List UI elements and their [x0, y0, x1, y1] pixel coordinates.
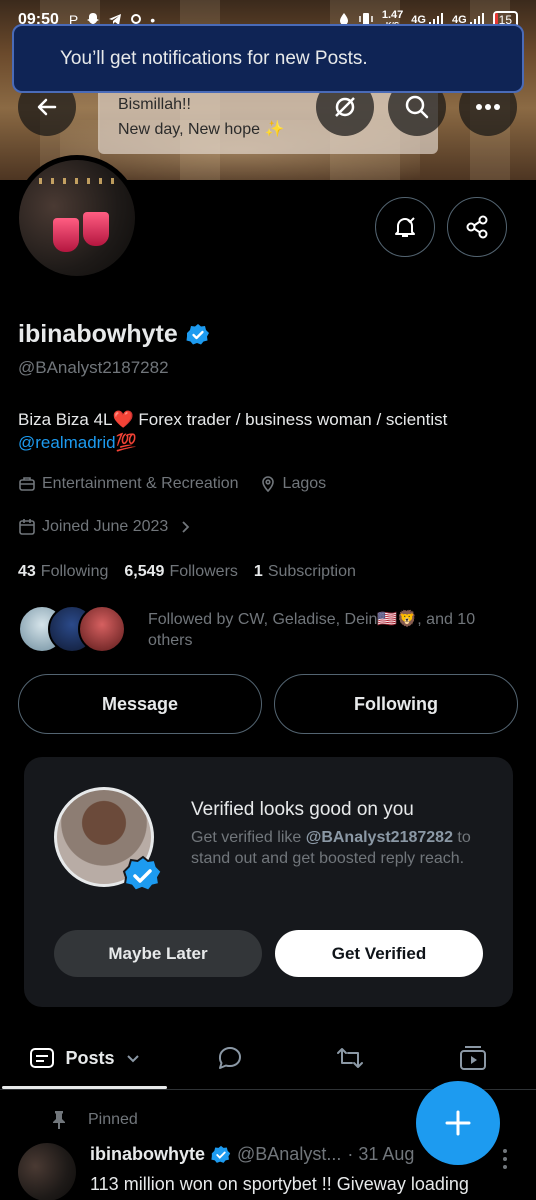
followers-stat[interactable]: 6,549 Followers — [124, 563, 238, 581]
data-speed-value: 1.47 — [381, 8, 404, 21]
notification-toast[interactable]: You’ll get notifications for new Posts. — [12, 24, 524, 93]
compose-post-button[interactable] — [416, 1081, 500, 1165]
video-media-icon — [460, 1046, 486, 1070]
profile-location: Lagos — [282, 475, 327, 492]
profile-meta-row: Entertainment & Recreation Lagos — [18, 475, 326, 493]
following-label: Following — [40, 563, 109, 580]
profile-avatar[interactable] — [14, 155, 140, 281]
tab-reposts[interactable] — [320, 1028, 380, 1088]
follower-avatar — [78, 605, 126, 653]
profile-stats: 43 Following 6,549 Followers 1 Subscription — [18, 563, 356, 581]
bio-mention-link[interactable]: @realmadrid💯 — [18, 433, 137, 452]
maybe-later-button[interactable]: Maybe Later — [54, 930, 262, 977]
followers-label: Followers — [169, 563, 238, 580]
post-header: ibinabowhyte @BAnalyst... · 31 Aug — [90, 1144, 414, 1165]
search-icon — [405, 95, 429, 119]
more-vertical-icon — [503, 1149, 507, 1169]
post-time: · 31 Aug — [347, 1144, 415, 1164]
followed-by-row[interactable]: Followed by CW, Geladise, Dein🇺🇸🦁, and 1… — [18, 605, 518, 655]
subscription-label: Subscription — [267, 563, 356, 580]
followers-count: 6,549 — [124, 563, 165, 580]
plus-icon — [445, 1110, 471, 1136]
post-author-handle: @BAnalyst... — [237, 1144, 342, 1164]
pinned-indicator: Pinned — [50, 1110, 138, 1130]
post-avatar[interactable] — [18, 1143, 76, 1200]
verified-badge-icon — [122, 855, 163, 892]
followed-by-text: Followed by CW, Geladise, Dein🇺🇸🦁, and 1… — [148, 611, 476, 649]
more-icon — [476, 104, 500, 110]
subscription-stat[interactable]: 1 Subscription — [254, 563, 356, 581]
message-button[interactable]: Message — [18, 674, 262, 734]
share-icon — [466, 215, 488, 239]
notifications-button[interactable] — [375, 197, 435, 257]
bio-text: Biza Biza 4L❤️ Forex trader / business w… — [18, 410, 448, 429]
grok-icon — [335, 97, 355, 117]
tab-media[interactable] — [443, 1028, 503, 1088]
promo-description: Get verified like @BAnalyst2187282 to st… — [191, 827, 491, 869]
following-button[interactable]: Following — [274, 674, 518, 734]
verified-badge-icon — [186, 323, 209, 344]
promo-title: Verified looks good on you — [191, 799, 414, 820]
following-stat[interactable]: 43 Following — [18, 563, 108, 581]
reply-bubble-icon — [218, 1047, 241, 1069]
posts-list-icon — [30, 1048, 55, 1068]
profile-joined: Joined June 2023 — [42, 518, 169, 535]
verified-badge-icon — [211, 1145, 231, 1163]
toast-message: You’ll get notifications for new Posts. — [60, 48, 368, 69]
chevron-right-icon — [182, 521, 190, 533]
pin-icon — [53, 1111, 65, 1129]
briefcase-icon — [19, 477, 35, 491]
post-text: 113 million won on sportybet !! Giveway … — [90, 1174, 469, 1194]
back-arrow-icon — [37, 98, 57, 116]
get-verified-button[interactable]: Get Verified — [275, 930, 483, 977]
verified-promo-card: Verified looks good on you Get verified … — [24, 757, 513, 1007]
share-button[interactable] — [447, 197, 507, 257]
promo-desc-handle: @BAnalyst2187282 — [305, 829, 453, 846]
profile-bio: Biza Biza 4L❤️ Forex trader / business w… — [18, 408, 518, 454]
subscription-count: 1 — [253, 563, 263, 580]
profile-name: ibinabowhyte — [18, 320, 210, 349]
tab-posts[interactable]: Posts — [20, 1028, 150, 1088]
location-pin-icon — [261, 476, 274, 493]
pinned-label: Pinned — [88, 1111, 138, 1128]
profile-name-text: ibinabowhyte — [18, 320, 178, 348]
bell-check-icon — [395, 217, 415, 237]
repost-icon — [337, 1048, 363, 1068]
banner-caption-line2: New day, New hope ✨ — [118, 121, 285, 138]
active-tab-indicator — [2, 1086, 167, 1089]
chevron-down-icon — [126, 1055, 139, 1063]
post-author-name[interactable]: ibinabowhyte — [90, 1144, 205, 1165]
banner-caption: Bismillah!! New day, New hope ✨ — [98, 84, 438, 154]
profile-joined-row[interactable]: Joined June 2023 — [18, 518, 192, 536]
following-count: 43 — [18, 563, 36, 580]
calendar-icon — [19, 519, 35, 535]
profile-category: Entertainment & Recreation — [42, 475, 239, 492]
post-more-button[interactable] — [500, 1148, 510, 1175]
profile-handle: @BAnalyst2187282 — [18, 358, 169, 377]
promo-desc-prefix: Get verified like — [191, 829, 306, 846]
tab-posts-label: Posts — [65, 1047, 115, 1068]
tab-replies[interactable] — [200, 1028, 260, 1088]
